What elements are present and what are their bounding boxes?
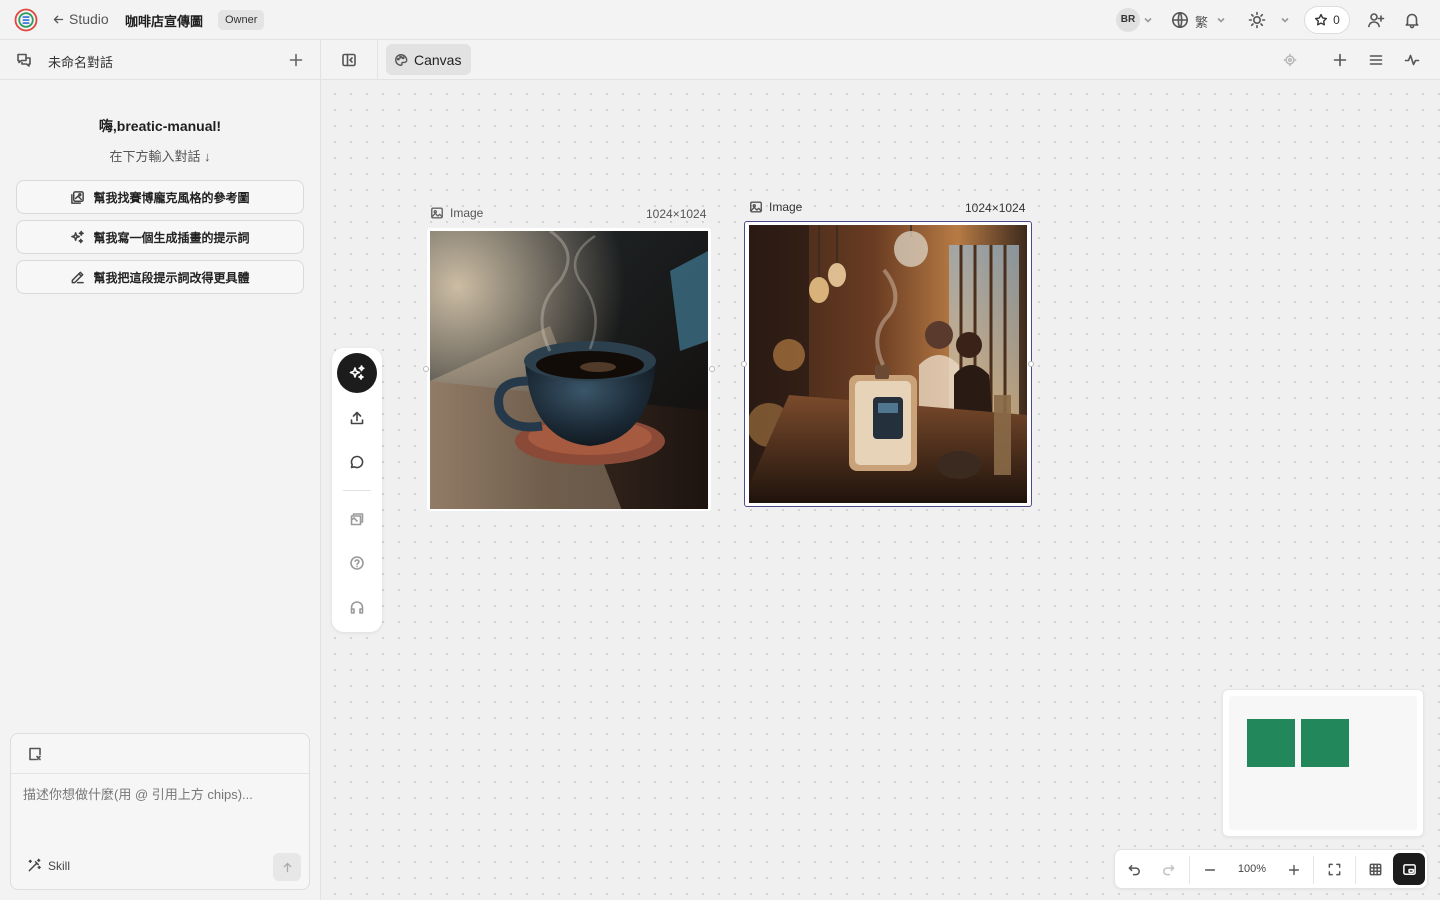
suggestion-button[interactable]: 幫我把這段提示詞改得更具體 <box>16 260 304 294</box>
app-logo[interactable] <box>14 8 38 32</box>
top-bar: Studio 咖啡店宣傳圖 Owner BR 繁 0 <box>0 0 1440 40</box>
sparkles-icon <box>349 365 365 380</box>
locate-icon[interactable] <box>1283 53 1297 67</box>
chevron-down-icon[interactable] <box>1143 15 1153 25</box>
activity-icon[interactable] <box>1404 52 1420 68</box>
grid-icon[interactable] <box>1368 862 1383 877</box>
bell-icon[interactable] <box>1403 11 1421 29</box>
divider <box>1313 856 1314 884</box>
suggestion-button[interactable]: 幫我找賽博龐克風格的參考圖 <box>16 180 304 214</box>
headphones-icon[interactable] <box>349 599 365 615</box>
star-icon <box>1315 13 1328 26</box>
chat-panel: 未命名對話 嗨,breatic-manual! 在下方輸入對話 ↓ 幫我找賽博龐… <box>0 40 321 900</box>
image-search-icon <box>71 190 85 204</box>
upload-icon[interactable] <box>349 410 365 426</box>
sun-icon[interactable] <box>1248 11 1266 29</box>
node-size-label: 1024×1024 <box>646 207 707 221</box>
minimap-node <box>1301 719 1349 767</box>
suggestion-button[interactable]: 幫我寫一個生成插畫的提示詞 <box>16 220 304 254</box>
arrow-left-icon <box>53 15 64 23</box>
attach-note-icon[interactable] <box>27 746 43 762</box>
node-size-label: 1024×1024 <box>965 201 1026 215</box>
node-type-label: Image <box>769 200 803 214</box>
language-label[interactable]: 繁 <box>1195 12 1208 31</box>
image-icon <box>431 207 443 219</box>
divider <box>1189 856 1190 884</box>
minimap-node <box>1247 719 1295 767</box>
skill-label: Skill <box>48 858 71 873</box>
menu-icon[interactable] <box>1368 52 1384 68</box>
greeting-hint: 在下方輸入對話 ↓ <box>109 149 211 164</box>
user-avatar[interactable]: BR <box>1116 8 1140 32</box>
node-type-label: Image <box>450 206 484 220</box>
node-header[interactable]: Image <box>430 206 483 220</box>
project-title[interactable]: 咖啡店宣傳圖 <box>125 11 203 30</box>
chat-composer: Skill <box>10 733 310 890</box>
zoom-out-icon[interactable] <box>1203 863 1217 877</box>
zoom-level[interactable]: 100% <box>1233 863 1271 875</box>
minimap-toggle-button[interactable] <box>1393 853 1425 885</box>
magic-wand-icon <box>28 858 41 872</box>
connection-handle[interactable] <box>709 366 715 372</box>
conversations-icon[interactable] <box>16 52 32 68</box>
connection-handle[interactable] <box>1028 361 1034 367</box>
image-node-selected[interactable] <box>744 221 1032 507</box>
composer-toolbar <box>11 734 309 774</box>
minimap[interactable] <box>1222 689 1424 837</box>
skill-button[interactable]: Skill <box>27 858 70 873</box>
connection-handle[interactable] <box>423 366 429 372</box>
canvas-header: Canvas <box>321 40 1440 80</box>
ai-generate-button[interactable] <box>337 353 377 393</box>
chevron-down-icon[interactable] <box>1216 15 1226 25</box>
node-header[interactable]: Image <box>749 200 802 214</box>
assets-icon[interactable] <box>349 511 365 527</box>
divider <box>1355 856 1356 884</box>
chat-panel-header: 未命名對話 <box>0 40 320 80</box>
sparkles-icon <box>71 230 85 243</box>
globe-icon[interactable] <box>1171 11 1189 29</box>
palette-icon <box>395 53 408 66</box>
zoom-in-icon[interactable] <box>1287 863 1301 877</box>
add-user-icon[interactable] <box>1367 11 1385 29</box>
arrow-up-icon <box>283 862 291 872</box>
pencil-icon <box>72 271 85 283</box>
chevron-down-icon[interactable] <box>1280 15 1290 25</box>
add-node-icon[interactable] <box>1332 52 1348 68</box>
coffee-cup-image <box>430 231 708 509</box>
fit-view-icon[interactable] <box>1327 862 1342 877</box>
star-count: 0 <box>1333 13 1340 27</box>
connection-handle[interactable] <box>741 361 747 367</box>
suggestion-label: 幫我找賽博龐克風格的參考圖 <box>93 190 250 205</box>
minimap-viewport <box>1229 696 1417 830</box>
help-icon[interactable] <box>349 555 365 571</box>
coffee-shop-image <box>748 224 1027 503</box>
divider <box>343 490 371 491</box>
back-label: Studio <box>69 11 109 27</box>
redo-icon[interactable] <box>1161 862 1176 877</box>
sidebar-toggle-icon[interactable] <box>341 52 357 68</box>
canvas-tool-rail <box>332 348 382 632</box>
conversation-title[interactable]: 未命名對話 <box>48 52 113 71</box>
chat-input[interactable] <box>23 784 299 844</box>
star-button[interactable]: 0 <box>1304 6 1350 34</box>
greeting-title: 嗨,breatic-manual! <box>98 118 222 134</box>
image-node[interactable] <box>427 228 711 511</box>
suggestion-label: 幫我寫一個生成插畫的提示詞 <box>93 230 250 245</box>
undo-icon[interactable] <box>1127 862 1142 877</box>
new-conversation-icon[interactable] <box>288 52 304 68</box>
chat-bubble-icon[interactable] <box>349 454 365 470</box>
suggestion-label: 幫我把這段提示詞改得更具體 <box>93 270 250 285</box>
tab-canvas[interactable]: Canvas <box>386 44 472 75</box>
role-badge: Owner <box>218 10 265 30</box>
image-icon <box>750 201 762 213</box>
back-to-studio-link[interactable]: Studio <box>52 11 109 27</box>
send-button[interactable] <box>273 853 301 881</box>
minimap-icon <box>1402 863 1416 875</box>
zoom-toolbar: 100% <box>1114 849 1428 889</box>
tab-label: Canvas <box>414 51 462 68</box>
divider <box>377 40 378 80</box>
